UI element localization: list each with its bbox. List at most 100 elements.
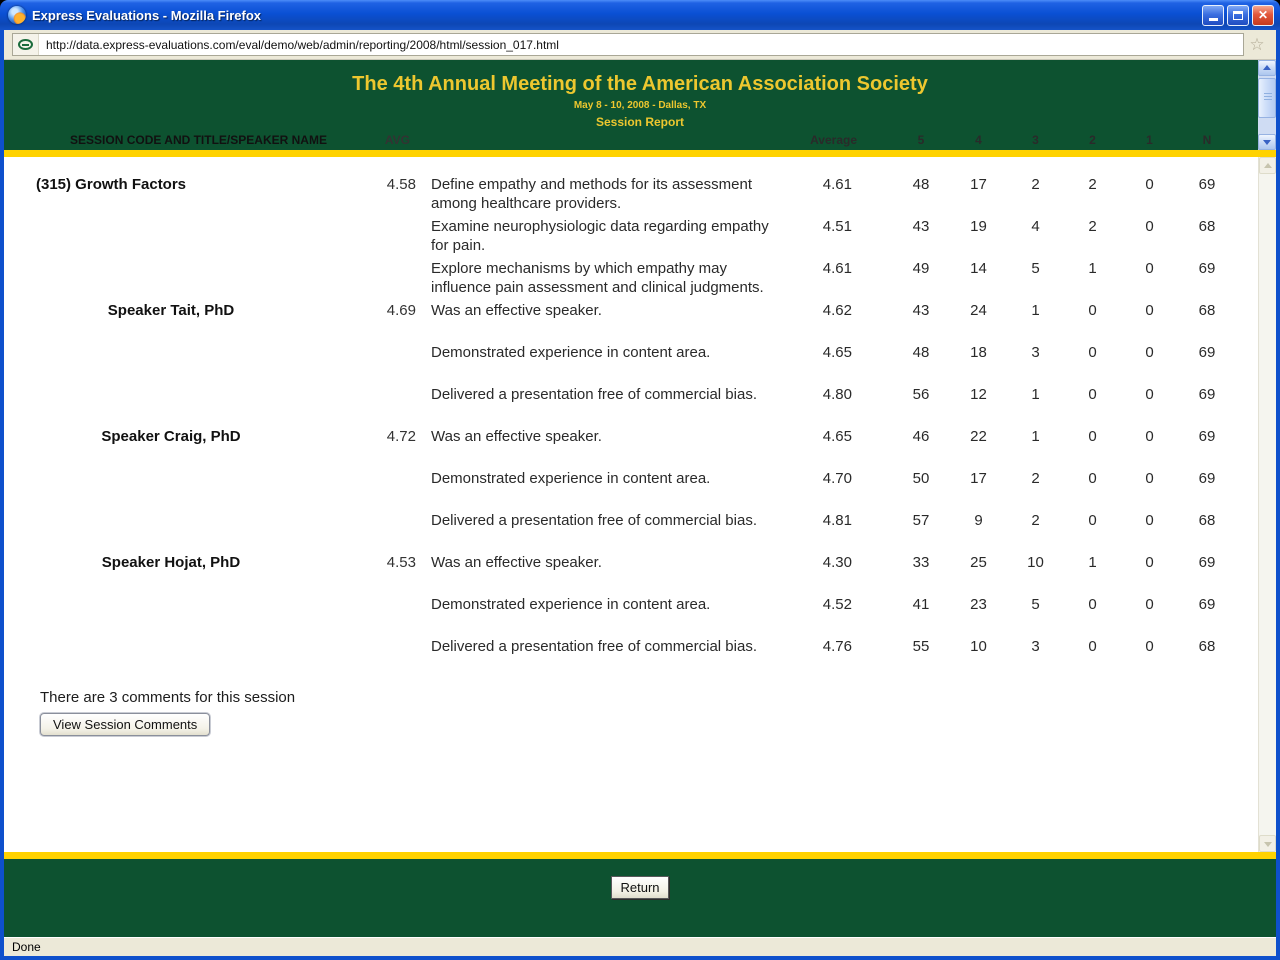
row-item: Define empathy and methods for its asses… — [431, 175, 774, 213]
row-count-n: 68 — [1178, 637, 1236, 656]
row-item: Was an effective speaker. — [431, 301, 774, 320]
row-count-2: 0 — [1064, 595, 1121, 614]
row-item: Delivered a presentation free of commerc… — [431, 637, 774, 656]
row-count-3: 5 — [1007, 595, 1064, 614]
row-count-3: 2 — [1007, 511, 1064, 530]
column-item-spacer — [431, 133, 774, 147]
row-item: Demonstrated experience in content area. — [431, 343, 774, 362]
column-4: 4 — [950, 133, 1007, 147]
row-average: 4.61 — [774, 175, 892, 194]
comments-count-text: There are 3 comments for this session — [40, 689, 1276, 706]
row-count-5: 46 — [892, 427, 950, 446]
row-count-5: 48 — [892, 343, 950, 362]
row-count-1: 0 — [1121, 469, 1178, 488]
return-button[interactable]: Return — [611, 876, 669, 899]
row-average: 4.61 — [774, 259, 892, 278]
row-count-4: 22 — [950, 427, 1007, 446]
scrollbar-thumb[interactable] — [1258, 78, 1276, 118]
table-row: Speaker Craig, PhD 4.72 Was an effective… — [6, 427, 1236, 469]
close-button[interactable]: ✕ — [1252, 5, 1274, 26]
row-label: (315) Growth Factors — [6, 175, 336, 194]
minimize-button[interactable] — [1202, 5, 1224, 26]
row-item: Explore mechanisms by which empathy may … — [431, 259, 774, 297]
row-count-2: 2 — [1064, 217, 1121, 236]
maximize-button[interactable] — [1227, 5, 1249, 26]
row-count-1: 0 — [1121, 595, 1178, 614]
row-count-1: 0 — [1121, 217, 1178, 236]
report-footer-frame: Return — [4, 859, 1276, 937]
row-count-3: 3 — [1007, 637, 1064, 656]
scroll-down-icon[interactable] — [1258, 134, 1276, 150]
row-average: 4.70 — [774, 469, 892, 488]
row-count-2: 0 — [1064, 385, 1121, 404]
row-count-n: 68 — [1178, 217, 1236, 236]
row-item: Was an effective speaker. — [431, 553, 774, 572]
row-count-3: 10 — [1007, 553, 1064, 572]
comments-section: There are 3 comments for this session Vi… — [40, 689, 1276, 736]
row-avg: 4.69 — [336, 301, 416, 320]
row-count-n: 69 — [1178, 469, 1236, 488]
table-row: Examine neurophysiologic data regarding … — [6, 217, 1236, 259]
row-count-5: 48 — [892, 175, 950, 194]
row-count-5: 56 — [892, 385, 950, 404]
url-text[interactable]: http://data.express-evaluations.com/eval… — [39, 38, 559, 52]
row-count-5: 57 — [892, 511, 950, 530]
app-body: http://data.express-evaluations.com/eval… — [0, 30, 1280, 960]
navigation-toolbar: http://data.express-evaluations.com/eval… — [4, 30, 1276, 60]
table-row: Delivered a presentation free of commerc… — [6, 637, 1236, 679]
content-frame-scrollbar[interactable] — [1258, 157, 1276, 852]
row-count-4: 12 — [950, 385, 1007, 404]
close-icon: ✕ — [1258, 8, 1268, 22]
bookmark-star-icon[interactable]: ☆ — [1244, 31, 1270, 59]
status-text: Done — [12, 940, 41, 954]
status-bar: Done — [4, 937, 1276, 956]
row-count-2: 1 — [1064, 259, 1121, 278]
row-count-4: 18 — [950, 343, 1007, 362]
row-count-n: 69 — [1178, 343, 1236, 362]
page-subtitle: May 8 - 10, 2008 - Dallas, TX — [4, 100, 1276, 111]
view-session-comments-button[interactable]: View Session Comments — [40, 713, 210, 736]
header-frame-scrollbar[interactable] — [1258, 60, 1276, 150]
page-viewport: The 4th Annual Meeting of the American A… — [4, 60, 1276, 937]
row-count-4: 14 — [950, 259, 1007, 278]
url-bar[interactable]: http://data.express-evaluations.com/eval… — [12, 33, 1244, 56]
window-titlebar[interactable]: Express Evaluations - Mozilla Firefox ✕ — [0, 0, 1280, 30]
yellow-divider-bottom — [4, 852, 1276, 859]
row-count-n: 68 — [1178, 301, 1236, 320]
table-row: Speaker Hojat, PhD 4.53 Was an effective… — [6, 553, 1236, 595]
row-count-4: 19 — [950, 217, 1007, 236]
table-row: Demonstrated experience in content area.… — [6, 595, 1236, 637]
row-item: Examine neurophysiologic data regarding … — [431, 217, 774, 255]
row-count-1: 0 — [1121, 175, 1178, 194]
row-count-2: 0 — [1064, 511, 1121, 530]
row-count-5: 41 — [892, 595, 950, 614]
scroll-down-icon[interactable] — [1259, 835, 1276, 852]
row-count-1: 0 — [1121, 385, 1178, 404]
column-average: Average — [774, 133, 892, 147]
row-avg: 4.58 — [336, 175, 416, 194]
row-count-3: 4 — [1007, 217, 1064, 236]
row-average: 4.52 — [774, 595, 892, 614]
row-count-3: 1 — [1007, 427, 1064, 446]
scroll-up-icon[interactable] — [1259, 157, 1276, 174]
table-row: Delivered a presentation free of commerc… — [6, 511, 1236, 553]
row-count-1: 0 — [1121, 553, 1178, 572]
scroll-up-icon[interactable] — [1258, 60, 1276, 76]
express-evaluations-favicon — [18, 39, 33, 50]
row-count-n: 69 — [1178, 385, 1236, 404]
row-count-3: 3 — [1007, 343, 1064, 362]
row-count-1: 0 — [1121, 259, 1178, 278]
row-average: 4.30 — [774, 553, 892, 572]
maximize-icon — [1233, 11, 1243, 20]
row-count-2: 0 — [1064, 427, 1121, 446]
window-title: Express Evaluations - Mozilla Firefox — [32, 8, 1196, 23]
row-label: Speaker Craig, PhD — [6, 427, 336, 446]
row-count-4: 23 — [950, 595, 1007, 614]
row-count-3: 1 — [1007, 301, 1064, 320]
row-count-3: 5 — [1007, 259, 1064, 278]
row-count-3: 2 — [1007, 469, 1064, 488]
row-count-2: 1 — [1064, 553, 1121, 572]
row-item: Was an effective speaker. — [431, 427, 774, 446]
row-count-3: 1 — [1007, 385, 1064, 404]
row-count-1: 0 — [1121, 637, 1178, 656]
